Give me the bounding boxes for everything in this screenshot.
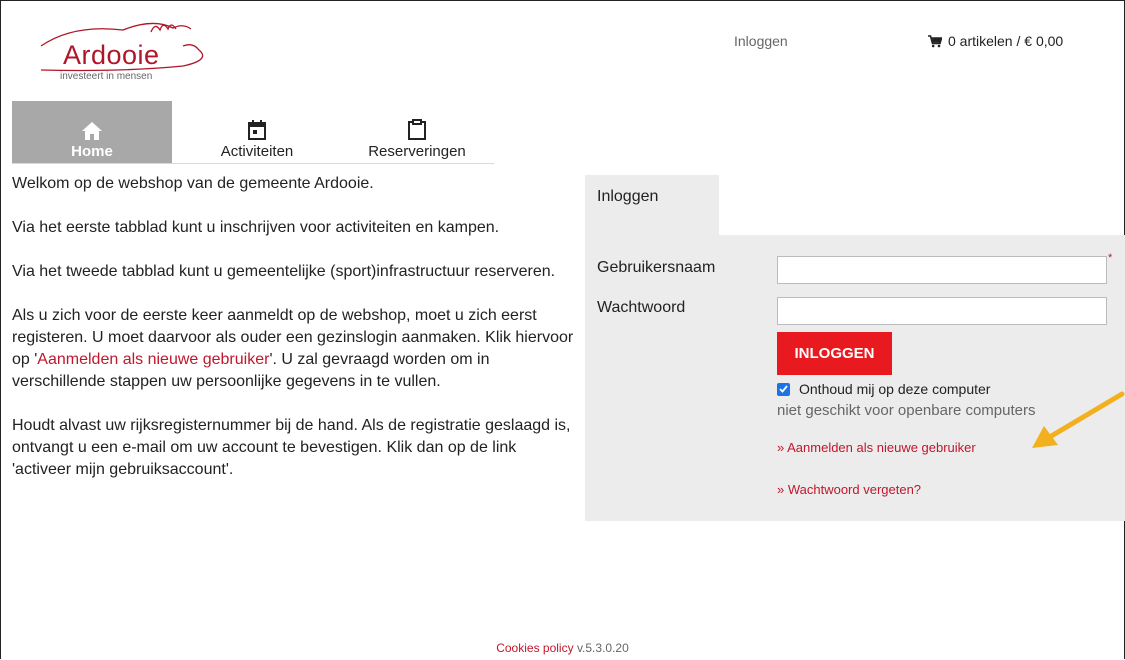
intro-paragraph: Als u zich voor de eerste keer aanmeldt … [12,305,577,393]
required-marker: * [1108,252,1113,264]
register-link[interactable]: » Aanmelden als nieuwe gebruiker [777,440,976,455]
nav-tab-home[interactable]: Home [12,101,172,163]
remember-hint: niet geschikt voor openbare computers [777,402,1036,419]
register-inline-link[interactable]: Aanmelden als nieuwe gebruiker [37,351,269,368]
brand-logo[interactable]: Ardooie investeert in mensen [33,20,223,85]
check-icon [779,385,788,393]
remember-me[interactable]: Onthoud mij op deze computer [777,381,990,397]
login-button[interactable]: INLOGGEN [777,332,892,375]
main-nav: Home Activiteiten Reserveringen [12,101,494,164]
annotation-arrow [1032,391,1125,448]
version-label: v.5.3.0.20 [576,641,629,655]
nav-tab-label: Reserveringen [368,143,466,160]
header-login-link[interactable]: Inloggen [734,33,788,49]
nav-tab-label: Home [71,143,113,160]
cart-label: 0 artikelen / € 0,00 [948,33,1064,49]
cart-icon [928,34,942,47]
nav-tab-reserveringen[interactable]: Reserveringen [342,101,492,163]
cookies-policy-link[interactable]: Cookies policy [496,641,573,655]
username-label: Gebruikersnaam [597,259,716,276]
login-tab[interactable]: Inloggen [585,175,719,235]
remember-checkbox[interactable] [777,382,790,396]
home-icon [82,122,102,140]
logo-tagline: investeert in mensen [60,71,153,82]
username-input[interactable] [777,256,1107,284]
calendar-icon [248,120,266,140]
intro-text: Welkom op de webshop van de gemeente Ard… [12,173,577,503]
password-label: Wachtwoord [597,299,686,316]
cart-summary[interactable]: 0 artikelen / € 0,00 [928,33,1063,49]
footer: Cookies policy v.5.3.0.20 [0,641,1125,655]
remember-label: Onthoud mij op deze computer [799,381,991,397]
intro-paragraph: Welkom op de webshop van de gemeente Ard… [12,175,374,192]
nav-tab-label: Activiteiten [220,143,294,160]
password-input[interactable] [777,297,1107,325]
forgot-password-link[interactable]: » Wachtwoord vergeten? [777,482,921,497]
intro-paragraph: Via het eerste tabblad kunt u inschrijve… [12,219,500,236]
intro-paragraph: Houdt alvast uw rijksregisternummer bij … [12,417,571,478]
clipboard-icon [408,119,426,140]
nav-tab-activiteiten[interactable]: Activiteiten [172,101,342,163]
logo-wordmark: Ardooie [63,40,160,70]
intro-paragraph: Via het tweede tabblad kunt u gemeenteli… [12,263,556,280]
